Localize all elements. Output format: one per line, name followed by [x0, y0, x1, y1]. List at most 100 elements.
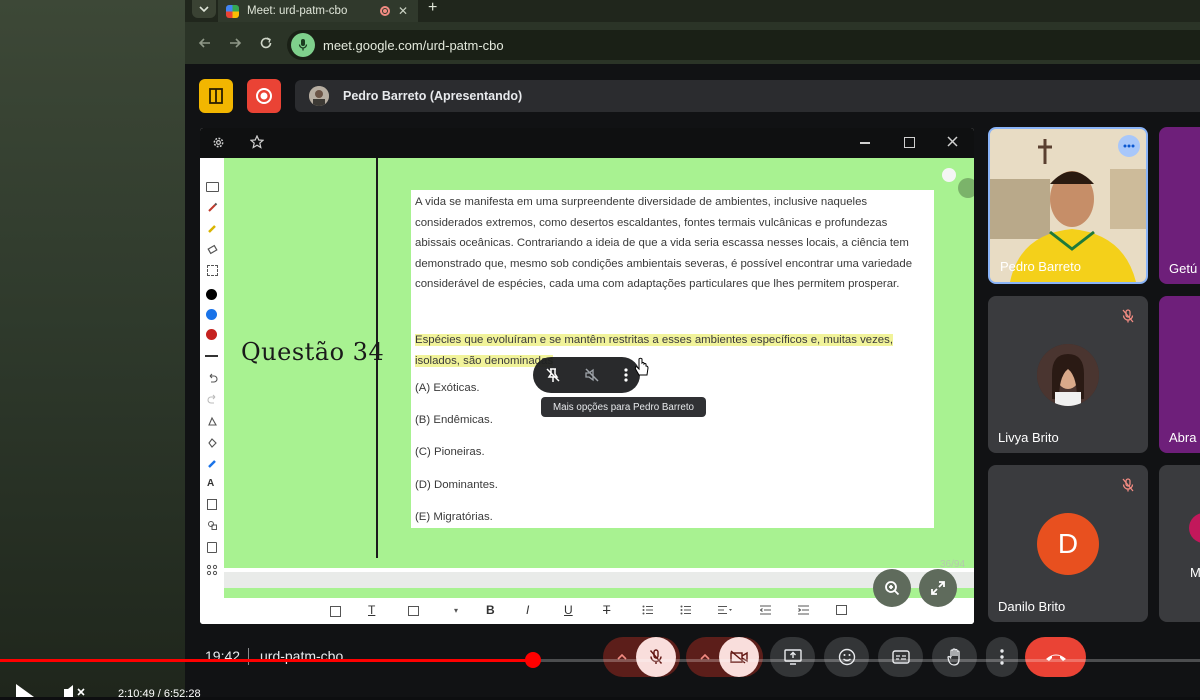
- settings-gear-icon[interactable]: [212, 136, 225, 149]
- reactions-button[interactable]: [824, 637, 869, 677]
- pencil-icon[interactable]: [958, 178, 974, 198]
- zoom-in-button[interactable]: [873, 569, 911, 607]
- recording-button[interactable]: [247, 79, 281, 113]
- more-vert-icon: [1000, 649, 1004, 665]
- participant-tile-m[interactable]: M: [1159, 465, 1200, 622]
- grid-icon[interactable]: [206, 564, 218, 576]
- close-icon[interactable]: [947, 136, 958, 147]
- participant-name: Livya Brito: [998, 430, 1059, 445]
- question-title: Questão 34: [241, 338, 385, 366]
- dropdown-arrow-icon[interactable]: ▾: [454, 606, 458, 615]
- image-icon[interactable]: [836, 605, 847, 615]
- participant-name: Pedro Barreto: [1000, 259, 1081, 274]
- keyboard-icon[interactable]: [206, 182, 219, 192]
- note-icon[interactable]: [207, 499, 217, 510]
- zoom-in-icon: [885, 581, 900, 596]
- participant-name: Abra: [1169, 430, 1197, 445]
- redo-icon[interactable]: [207, 393, 218, 404]
- fill-icon[interactable]: [207, 437, 218, 448]
- activities-button[interactable]: [199, 79, 233, 113]
- player-time: 2:10:49 / 6:52:28: [118, 688, 201, 700]
- participant-tile-abra[interactable]: Abra: [1159, 296, 1200, 453]
- participant-tile-pedro[interactable]: Pedro Barreto: [988, 127, 1148, 284]
- back-arrow-icon[interactable]: [198, 36, 212, 50]
- chevron-down-icon: [199, 6, 209, 13]
- volume-muted-icon[interactable]: [62, 683, 92, 697]
- muted-mic-icon: [1118, 306, 1138, 326]
- participant-tile-danilo[interactable]: D Danilo Brito: [988, 465, 1148, 622]
- tab-search-button[interactable]: [192, 0, 216, 18]
- tab-title: Meet: urd-patm-cbo: [247, 5, 348, 17]
- marker-icon[interactable]: [207, 458, 218, 469]
- line-width-icon[interactable]: [205, 355, 218, 357]
- bold-icon[interactable]: B: [486, 603, 495, 617]
- option-e: (E) Migratórias.: [415, 511, 493, 523]
- avatar: [1037, 344, 1099, 406]
- raise-hand-button[interactable]: [932, 637, 977, 677]
- formatting-toolbar: T ▾ B I U T: [200, 598, 974, 624]
- underline-icon[interactable]: U: [564, 603, 573, 617]
- mute-audio-icon[interactable]: [584, 367, 600, 383]
- microphone-site-icon[interactable]: [291, 33, 315, 57]
- box-icon[interactable]: [408, 606, 419, 616]
- text-format-icon[interactable]: T: [368, 603, 375, 617]
- text-tool-icon[interactable]: A: [207, 478, 214, 489]
- indent-icon[interactable]: [798, 605, 809, 615]
- end-call-button[interactable]: [1025, 637, 1086, 677]
- emoji-icon: [838, 648, 855, 666]
- strikethrough-icon[interactable]: T: [603, 603, 610, 617]
- color-red-swatch[interactable]: [206, 329, 217, 340]
- eraser-icon[interactable]: [207, 244, 218, 255]
- maximize-icon[interactable]: [904, 137, 915, 148]
- minimize-icon[interactable]: [860, 142, 870, 144]
- shape-icon[interactable]: [207, 416, 218, 427]
- option-a: (A) Exóticas.: [415, 382, 480, 394]
- avatar: [309, 86, 329, 106]
- screenshot-icon[interactable]: [207, 542, 217, 553]
- undo-icon[interactable]: [207, 372, 218, 383]
- highlighter-icon[interactable]: [207, 223, 218, 234]
- option-d: (D) Dominantes.: [415, 479, 498, 491]
- address-bar[interactable]: meet.google.com/urd-patm-cbo: [287, 30, 1200, 60]
- question-context: A vida se manifesta em uma surpreendente…: [415, 196, 913, 291]
- participant-tile-getu[interactable]: Getú: [1159, 127, 1200, 284]
- numbered-list-icon[interactable]: [642, 605, 653, 615]
- outdent-icon[interactable]: [760, 605, 771, 615]
- collapse-icon[interactable]: [942, 168, 956, 182]
- shapes-icon[interactable]: [207, 520, 218, 531]
- mic-off-icon: [649, 649, 662, 664]
- selection-icon[interactable]: [207, 265, 218, 276]
- align-icon[interactable]: [718, 605, 732, 615]
- play-icon[interactable]: [12, 684, 36, 697]
- slide-divider: [224, 572, 974, 588]
- more-options-button[interactable]: [986, 637, 1018, 677]
- microphone-toggle-button[interactable]: [635, 637, 676, 677]
- tab-close-icon[interactable]: ✕: [398, 4, 408, 18]
- player-progress-fill: [0, 659, 533, 662]
- question-prompt: Espécies que evoluíram e se mantêm restr…: [415, 330, 929, 371]
- unpin-icon[interactable]: [545, 367, 561, 383]
- present-screen-button[interactable]: [770, 637, 815, 677]
- star-icon[interactable]: [250, 135, 264, 149]
- participant-tile-livya[interactable]: Livya Brito: [988, 296, 1148, 453]
- desktop-background: [0, 0, 185, 697]
- meet-favicon-icon: [226, 4, 239, 18]
- recording-indicator-icon: [379, 6, 390, 16]
- camera-toggle-button[interactable]: [718, 637, 759, 677]
- forward-arrow-icon[interactable]: [228, 36, 242, 50]
- color-blue-swatch[interactable]: [206, 309, 217, 320]
- reload-icon[interactable]: [259, 36, 273, 50]
- drawing-toolbar: A: [200, 178, 224, 578]
- new-tab-button[interactable]: +: [428, 0, 437, 16]
- more-options-icon[interactable]: [624, 368, 628, 382]
- captions-button[interactable]: [878, 637, 923, 677]
- checkbox-icon[interactable]: [330, 606, 341, 617]
- avatar: [1189, 513, 1200, 543]
- player-scrubber[interactable]: [525, 652, 541, 668]
- italic-icon[interactable]: I: [526, 603, 529, 617]
- bulleted-list-icon[interactable]: [680, 605, 691, 615]
- fullscreen-button[interactable]: [919, 569, 957, 607]
- color-black-swatch[interactable]: [206, 289, 217, 300]
- browser-tab-meet[interactable]: Meet: urd-patm-cbo ✕: [218, 0, 418, 22]
- pen-icon[interactable]: [207, 202, 218, 213]
